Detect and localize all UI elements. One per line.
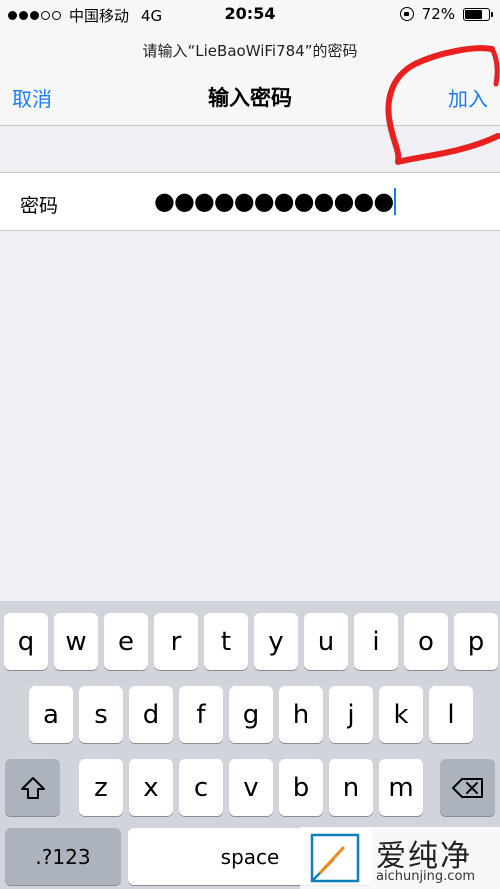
watermark-url: aichunjing.com [376, 869, 476, 884]
key-c[interactable]: c [179, 759, 223, 816]
key-h[interactable]: h [279, 686, 323, 743]
key-l[interactable]: l [429, 686, 473, 743]
key-s[interactable]: s [79, 686, 123, 743]
key-q[interactable]: q [4, 613, 48, 670]
key-g[interactable]: g [229, 686, 273, 743]
status-bar: 中国移动 4G 20:54 72% [0, 0, 500, 30]
key-f[interactable]: f [179, 686, 223, 743]
key-i[interactable]: i [354, 613, 398, 670]
watermark: 爱纯净 aichunjing.com [300, 827, 500, 889]
key-z[interactable]: z [79, 759, 123, 816]
key-o[interactable]: o [404, 613, 448, 670]
shift-key[interactable] [5, 759, 60, 816]
key-k[interactable]: k [379, 686, 423, 743]
key-p[interactable]: p [454, 613, 498, 670]
join-button[interactable]: 加入 [448, 83, 488, 112]
delete-key[interactable] [440, 759, 495, 816]
key-d[interactable]: d [129, 686, 173, 743]
rotation-lock-icon [399, 7, 414, 21]
watermark-logo [310, 833, 360, 883]
key-m[interactable]: m [379, 759, 423, 816]
key-r[interactable]: r [154, 613, 198, 670]
key-n[interactable]: n [329, 759, 373, 816]
page-title: 输入密码 [208, 86, 292, 110]
nav-bar: 请输入“LieBaoWiFi784”的密码 取消 输入密码 加入 [0, 30, 500, 126]
password-label: 密码 [20, 195, 59, 217]
key-w[interactable]: w [54, 613, 98, 670]
cancel-button[interactable]: 取消 [12, 83, 52, 112]
key-j[interactable]: j [329, 686, 373, 743]
shift-icon [20, 776, 45, 799]
battery-icon [463, 7, 493, 21]
numbers-key[interactable]: .?123 [5, 828, 121, 885]
key-a[interactable]: a [29, 686, 73, 743]
battery-percent: 72% [421, 5, 455, 23]
status-right: 72% [399, 5, 493, 23]
battery-fill [465, 9, 482, 19]
key-y[interactable]: y [254, 613, 298, 670]
wifi-prompt: 请输入“LieBaoWiFi784”的密码 [142, 42, 358, 60]
password-row: 密码 ●●●●●●●●●●●● [0, 172, 500, 231]
key-b[interactable]: b [279, 759, 323, 816]
password-input[interactable]: ●●●●●●●●●●●● [154, 187, 397, 215]
password-dots: ●●●●●●●●●●●● [154, 187, 394, 215]
backspace-icon [451, 777, 483, 798]
key-t[interactable]: t [204, 613, 248, 670]
key-u[interactable]: u [304, 613, 348, 670]
key-e[interactable]: e [104, 613, 148, 670]
text-caret [394, 187, 397, 215]
key-v[interactable]: v [229, 759, 273, 816]
key-x[interactable]: x [129, 759, 173, 816]
